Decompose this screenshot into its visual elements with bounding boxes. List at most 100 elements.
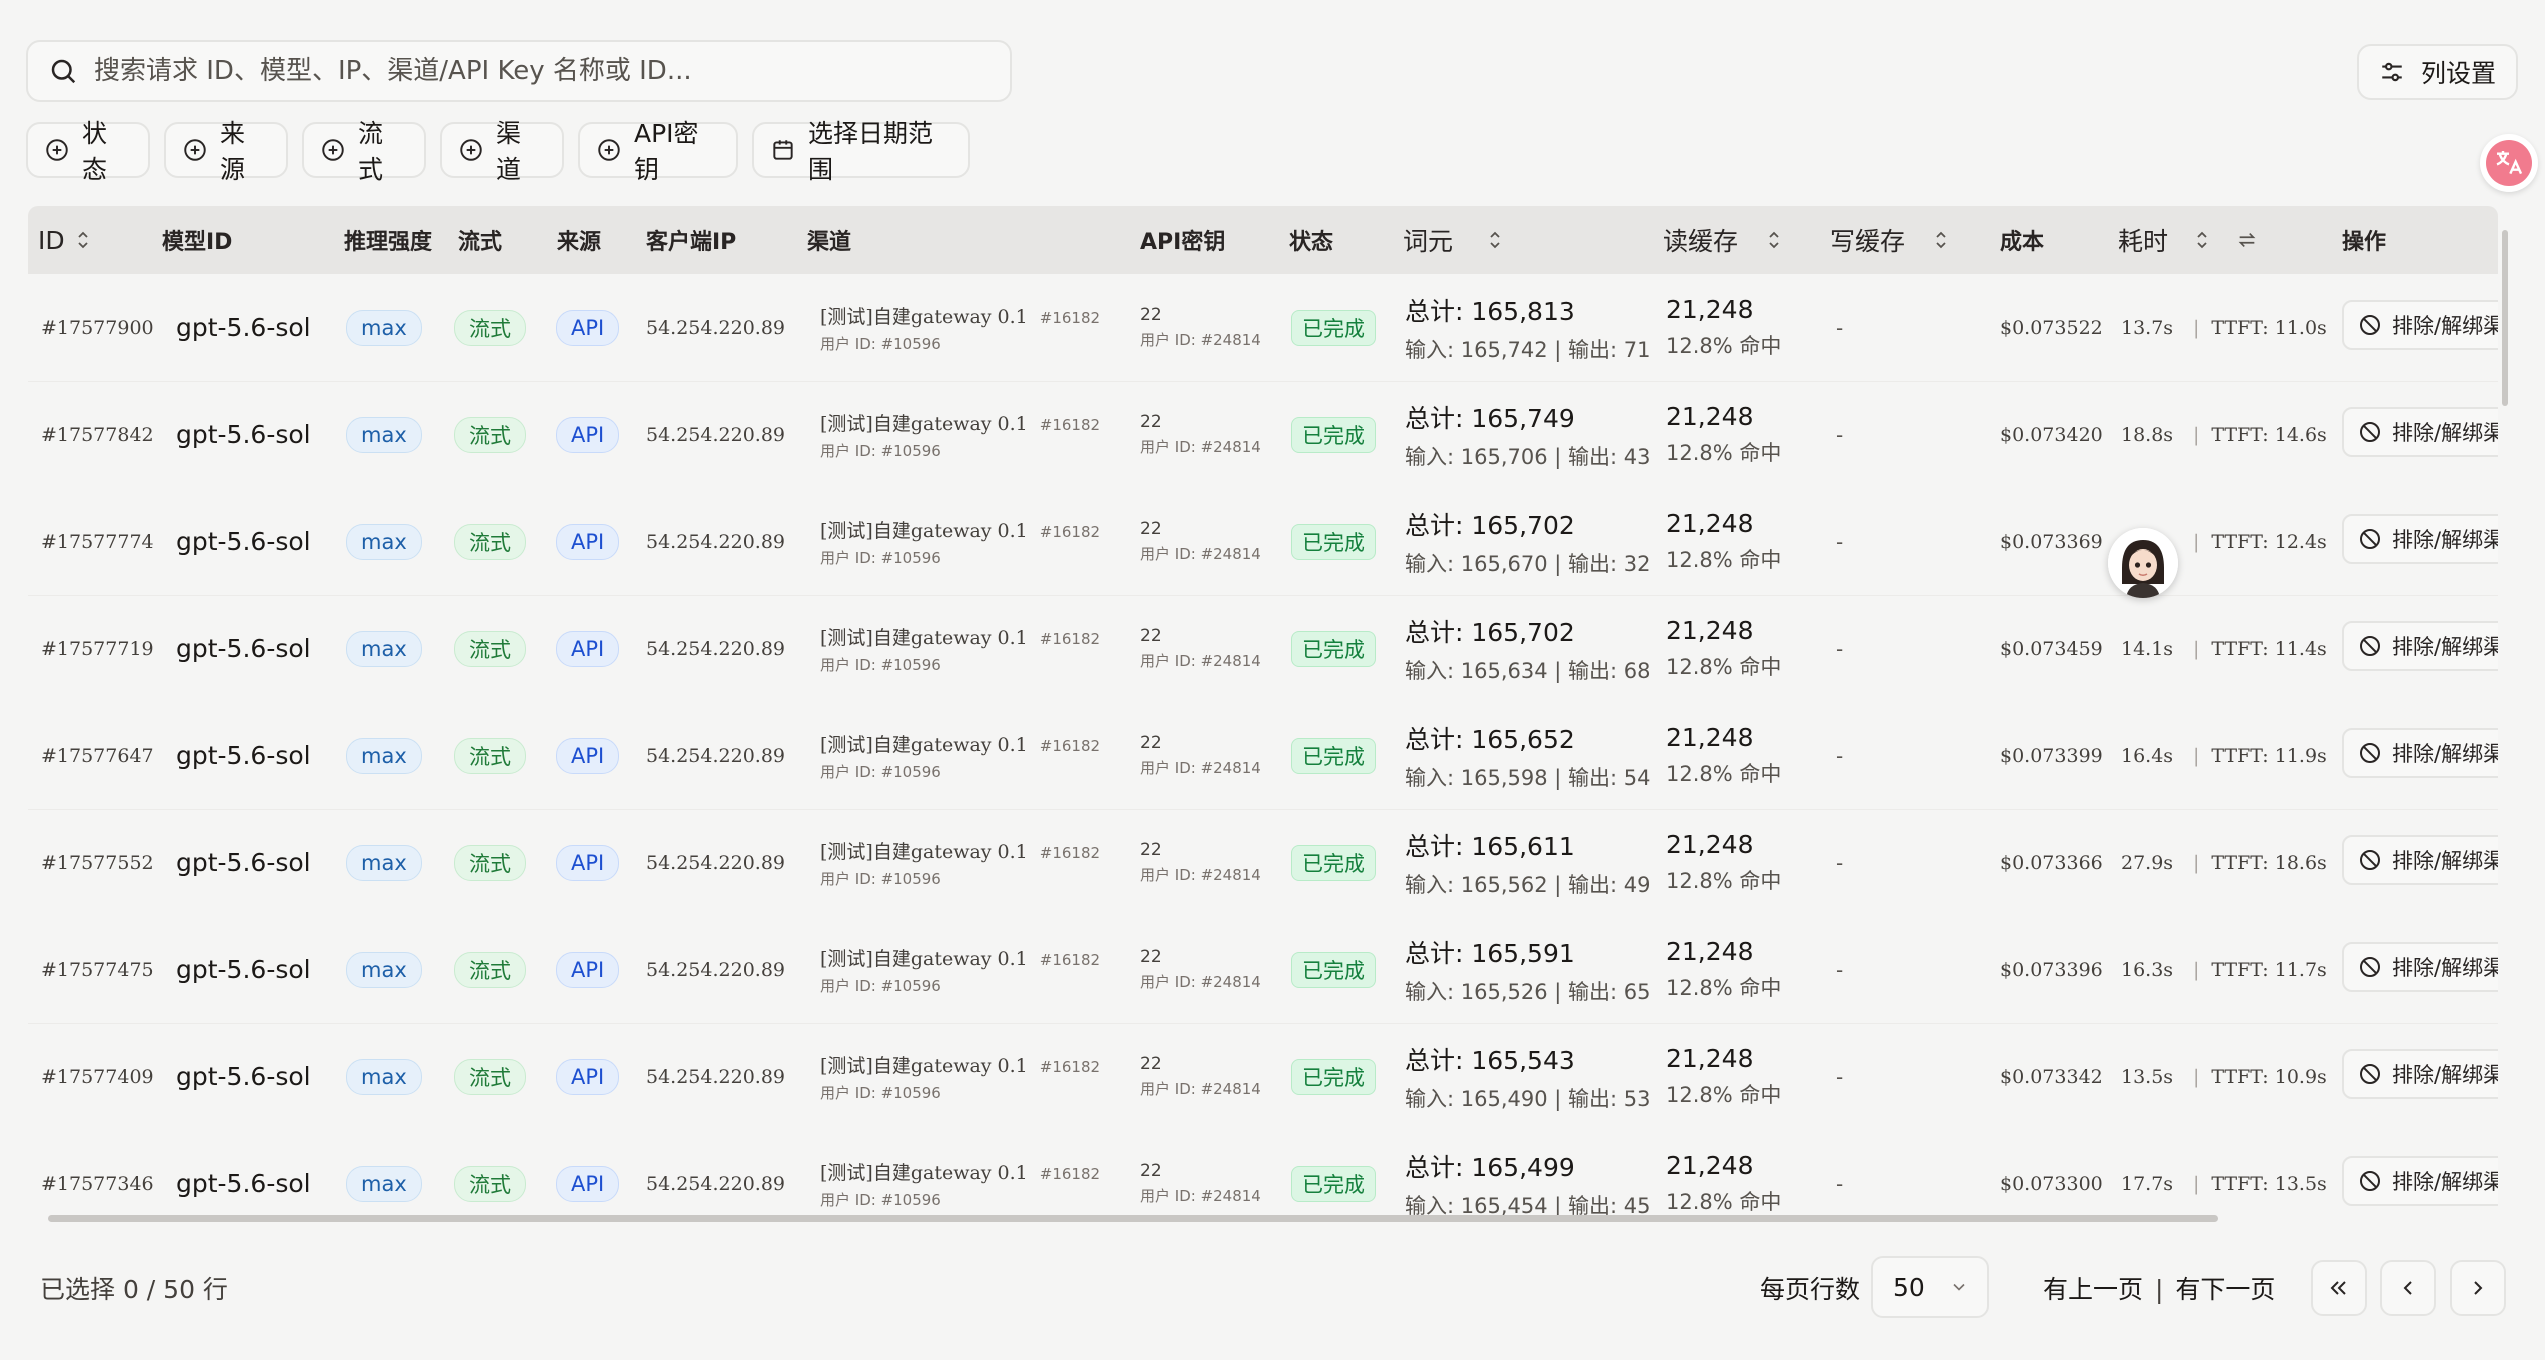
sort-icon[interactable] xyxy=(1766,229,1782,251)
client-ip: 54.254.220.89 xyxy=(646,423,786,446)
tokens-io: 输入: 165,526 | 输出: 65 xyxy=(1405,979,1651,1004)
column-settings-label: 列设置 xyxy=(2420,59,2496,88)
swap-icon[interactable] xyxy=(2236,229,2258,251)
table-row[interactable]: #17577475 gpt-5.6-sol max 流式 API 54.254.… xyxy=(28,916,2498,1024)
exclude-unbind-button[interactable]: 排除/解绑渠道 xyxy=(2342,621,2498,671)
cache-read-value: 21,248 xyxy=(1666,295,1754,324)
reasoning-badge: max xyxy=(346,1058,422,1095)
write-cache-value: - xyxy=(1836,743,1844,768)
channel-name: [测试]自建gateway 0.1 xyxy=(820,519,1028,542)
col-tokens[interactable]: 词元 xyxy=(1403,206,1503,274)
stream-badge: 流式 xyxy=(454,416,526,453)
tokens-io: 输入: 165,670 | 输出: 32 xyxy=(1405,551,1651,576)
cache-read-value: 21,248 xyxy=(1666,937,1754,966)
table-row[interactable]: #17577552 gpt-5.6-sol max 流式 API 54.254.… xyxy=(28,809,2498,917)
avatar[interactable] xyxy=(2108,528,2178,598)
action-label: 排除/解绑渠道 xyxy=(2392,528,2498,552)
cache-read-value: 21,248 xyxy=(1666,509,1754,538)
stream-cell: 流式 xyxy=(454,595,526,702)
table-row[interactable]: #17577719 gpt-5.6-sol max 流式 API 54.254.… xyxy=(28,595,2498,703)
filter-stream[interactable]: 流式 xyxy=(302,119,426,184)
filter-status[interactable]: 状态 xyxy=(26,119,150,184)
rows-per-page-label: 每页行数 xyxy=(1760,1275,1861,1304)
tokens-total: 总计: 165,591 xyxy=(1405,938,1575,968)
search-input[interactable] xyxy=(92,55,1010,87)
col-read-cache[interactable]: 读缓存 xyxy=(1663,206,1782,274)
action-label: 排除/解绑渠道 xyxy=(2392,956,2498,980)
filter-date-range[interactable]: 选择日期范围 xyxy=(752,119,970,184)
next-page-button[interactable] xyxy=(2450,1260,2506,1316)
col-write-cache[interactable]: 写缓存 xyxy=(1830,206,1949,274)
exclude-unbind-button[interactable]: 排除/解绑渠道 xyxy=(2342,514,2498,564)
stream-cell: 流式 xyxy=(454,916,526,1023)
tokens-cell: 总计: 165,813 输入: 165,742 | 输出: 71 xyxy=(1405,274,1651,381)
channel-name: [测试]自建gateway 0.1 xyxy=(820,1054,1028,1077)
vertical-scrollbar[interactable] xyxy=(2500,226,2510,1206)
col-label: 词元 xyxy=(1403,227,1454,256)
channel-line: [测试]自建gateway 0.1 #16182 xyxy=(820,302,1100,329)
sort-icon[interactable] xyxy=(2194,229,2210,251)
col-label: 写缓存 xyxy=(1830,227,1906,256)
channel-line: [测试]自建gateway 0.1 #16182 xyxy=(820,837,1100,864)
table-row[interactable]: #17577647 gpt-5.6-sol max 流式 API 54.254.… xyxy=(28,702,2498,810)
sort-icon[interactable] xyxy=(75,229,91,251)
filter-api-key[interactable]: API密钥 xyxy=(578,119,738,184)
prev-status: 有上一页 xyxy=(2043,1275,2144,1304)
stream-cell: 流式 xyxy=(454,1023,526,1130)
api-key-user-id: 用户 ID: #24814 xyxy=(1140,973,1261,991)
client-ip: 54.254.220.89 xyxy=(646,1065,786,1088)
status-cell: 已完成 xyxy=(1291,488,1376,595)
source-badge: API xyxy=(556,844,620,881)
exclude-unbind-button[interactable]: 排除/解绑渠道 xyxy=(2342,300,2498,350)
tokens-cell: 总计: 165,702 输入: 165,670 | 输出: 32 xyxy=(1405,488,1651,595)
table-row[interactable]: #17577346 gpt-5.6-sol max 流式 API 54.254.… xyxy=(28,1130,2498,1218)
api-key-cell: 22 用户 ID: #24814 xyxy=(1140,809,1261,916)
exclude-unbind-button[interactable]: 排除/解绑渠道 xyxy=(2342,407,2498,457)
channel-number: #16182 xyxy=(1039,1164,1101,1183)
exclude-unbind-button[interactable]: 排除/解绑渠道 xyxy=(2342,835,2498,885)
col-latency[interactable]: 耗时 xyxy=(2118,206,2258,274)
source-badge: API xyxy=(556,737,620,774)
translate-button[interactable] xyxy=(2480,134,2538,192)
api-key-name: 22 xyxy=(1140,1054,1162,1074)
reasoning-cell: max xyxy=(346,381,422,488)
rows-per-page-select[interactable]: 50 xyxy=(1871,1256,1989,1318)
filter-bar: 状态 来源 流式 渠道 API密钥 选择日期范围 xyxy=(26,119,970,184)
col-id[interactable]: ID xyxy=(38,206,91,274)
read-cache-cell: 21,248 12.8% 命中 xyxy=(1666,1130,1781,1218)
col-label: ID xyxy=(38,225,65,255)
table-row[interactable]: #17577409 gpt-5.6-sol max 流式 API 54.254.… xyxy=(28,1023,2498,1131)
reasoning-badge: max xyxy=(346,309,422,346)
tokens-io: 输入: 165,706 | 输出: 43 xyxy=(1405,444,1651,469)
exclude-unbind-button[interactable]: 排除/解绑渠道 xyxy=(2342,1049,2498,1099)
source-cell: API xyxy=(556,1023,620,1130)
search-box[interactable] xyxy=(26,40,1012,102)
table-row[interactable]: #17577842 gpt-5.6-sol max 流式 API 54.254.… xyxy=(28,381,2498,489)
tokens-total: 总计: 165,543 xyxy=(1405,1045,1575,1075)
filter-label: 流式 xyxy=(358,119,384,184)
table-row[interactable]: #17577900 gpt-5.6-sol max 流式 API 54.254.… xyxy=(28,274,2498,382)
sort-icon[interactable] xyxy=(1487,229,1503,251)
col-model: 模型ID xyxy=(162,206,232,274)
latency-separator: | xyxy=(2193,1172,2200,1195)
scroll-thumb[interactable] xyxy=(48,1215,2218,1222)
pager-separator: | xyxy=(2154,1275,2164,1304)
tokens-total: 总计: 165,749 xyxy=(1405,403,1575,433)
read-cache-cell: 21,248 12.8% 命中 xyxy=(1666,595,1781,702)
prev-page-button[interactable] xyxy=(2380,1260,2436,1316)
scroll-thumb[interactable] xyxy=(2502,230,2508,406)
request-id: #17577774 xyxy=(41,530,154,553)
column-settings-button[interactable]: 列设置 xyxy=(2357,44,2518,100)
sort-icon[interactable] xyxy=(1933,229,1949,251)
client-ip: 54.254.220.89 xyxy=(646,637,786,660)
first-page-button[interactable] xyxy=(2311,1260,2367,1316)
exclude-unbind-button[interactable]: 排除/解绑渠道 xyxy=(2342,942,2498,992)
horizontal-scrollbar[interactable] xyxy=(34,1212,2502,1224)
exclude-unbind-button[interactable]: 排除/解绑渠道 xyxy=(2342,1156,2498,1206)
filter-source[interactable]: 来源 xyxy=(164,119,288,184)
tokens-cell: 总计: 165,591 输入: 165,526 | 输出: 65 xyxy=(1405,916,1651,1023)
stream-badge: 流式 xyxy=(454,1058,526,1095)
exclude-unbind-button[interactable]: 排除/解绑渠道 xyxy=(2342,728,2498,778)
channel-user-id: 用户 ID: #10596 xyxy=(820,1190,941,1209)
filter-channel[interactable]: 渠道 xyxy=(440,119,564,184)
